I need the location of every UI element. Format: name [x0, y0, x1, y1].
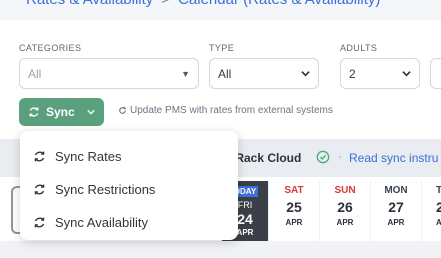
day-date: 25: [286, 199, 302, 215]
breadcrumb-current: Calendar (Rates & Availability): [178, 0, 380, 8]
type-value: All: [218, 66, 232, 81]
refresh-icon: [119, 106, 127, 114]
day-month: APR: [336, 218, 354, 227]
chevron-down-icon: [301, 71, 310, 77]
categories-value: All: [28, 66, 42, 81]
day-column[interactable]: MON 27 APR: [371, 181, 422, 241]
provider-separator: ·: [338, 151, 342, 163]
refresh-icon: [34, 217, 45, 228]
day-column[interactable]: SUN 26 APR: [320, 181, 371, 241]
day-name: MON: [384, 185, 408, 196]
sync-hint: Update PMS with rates from external syst…: [118, 105, 333, 116]
day-date: 27: [388, 199, 404, 215]
refresh-icon: [34, 151, 45, 162]
refresh-icon: [34, 184, 45, 195]
provider-name: nRack Cloud: [228, 151, 302, 165]
adults-label: ADULTS: [340, 43, 378, 53]
next-filter-select[interactable]: [430, 58, 441, 89]
sync-button[interactable]: Sync: [19, 98, 104, 126]
menu-item-label: Sync Restrictions: [55, 182, 156, 197]
day-name: SAT: [284, 185, 304, 196]
type-label: TYPE: [209, 43, 235, 53]
menu-item-label: Sync Availability: [55, 215, 148, 230]
menu-item-sync-restrictions[interactable]: Sync Restrictions: [20, 173, 238, 206]
breadcrumb: Rates & Availability > Calendar (Rates & A…: [26, 0, 380, 8]
day-column[interactable]: T 2 A: [422, 181, 441, 241]
day-month: A: [436, 218, 441, 227]
day-column[interactable]: SAT 25 APR: [269, 181, 320, 241]
categories-select[interactable]: All ▼: [19, 58, 199, 89]
menu-item-label: Sync Rates: [55, 149, 122, 164]
refresh-icon: [29, 107, 39, 117]
breadcrumb-separator: >: [161, 0, 170, 8]
caret-down-icon: ▼: [181, 68, 190, 79]
chevron-down-icon: [402, 71, 411, 77]
sync-hint-text: Update PMS with rates from external syst…: [130, 105, 333, 116]
adults-select[interactable]: 2: [340, 58, 420, 89]
breadcrumb-parent[interactable]: Rates & Availability: [26, 0, 153, 8]
calendar-footer: [0, 241, 441, 258]
menu-item-sync-availability[interactable]: Sync Availability: [20, 206, 238, 239]
day-date: 26: [337, 199, 353, 215]
chevron-down-icon: [87, 109, 95, 115]
day-month: APR: [285, 218, 303, 227]
categories-label: CATEGORIES: [19, 43, 82, 53]
type-select[interactable]: All: [209, 58, 319, 89]
day-name: SUN: [334, 185, 356, 196]
day-month: APR: [387, 218, 405, 227]
read-sync-instructions-link[interactable]: Read sync instru: [349, 151, 438, 165]
check-circle-icon: [316, 150, 330, 164]
sync-button-label: Sync: [46, 105, 75, 119]
day-name: T: [436, 185, 441, 196]
adults-value: 2: [349, 66, 356, 81]
sync-dropdown-menu: Sync Rates Sync Restrictions Sync Availa…: [20, 131, 238, 240]
day-date: 2: [436, 199, 441, 215]
menu-item-sync-rates[interactable]: Sync Rates: [20, 140, 238, 173]
